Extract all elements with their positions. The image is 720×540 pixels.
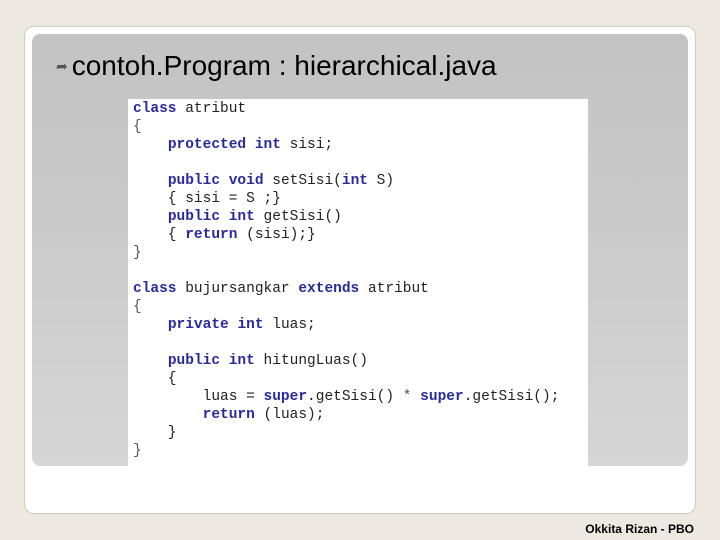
code-keyword: int: [254, 137, 281, 153]
code-keyword: public: [167, 173, 221, 189]
code-text: }: [133, 245, 142, 261]
code-line: public void setSisi(int S): [133, 172, 394, 190]
code-text: sisi;: [280, 137, 334, 153]
code-line: protected int sisi;: [133, 136, 333, 154]
code-text: luas;: [263, 317, 316, 333]
code-keyword: int: [237, 317, 264, 333]
code-text: bujursangkar: [176, 281, 299, 297]
code-text: atribut: [176, 101, 247, 117]
code-keyword: void: [228, 173, 264, 189]
code-keyword: public: [167, 353, 221, 369]
code-line: {: [133, 370, 177, 388]
code-line: }: [133, 442, 142, 460]
code-text: {: [133, 299, 142, 315]
code-text: (sisi);}: [237, 227, 316, 243]
slide-title-text: contoh.Program : hierarchical.java: [71, 50, 497, 81]
code-line: {: [133, 118, 142, 136]
code-text: S): [367, 173, 395, 189]
code-text: }: [133, 425, 177, 441]
code-keyword: int: [341, 173, 368, 189]
code-keyword: return: [185, 227, 238, 243]
code-keyword: class: [133, 101, 177, 117]
code-text: getSisi(): [254, 209, 342, 225]
code-block: class atribut{ protected int sisi; publi…: [128, 99, 588, 466]
code-keyword: int: [228, 209, 255, 225]
code-keyword: public: [167, 209, 221, 225]
code-text: }: [133, 443, 142, 459]
code-line: { sisi = S ;}: [133, 190, 281, 208]
slide-title: ➦ contoh.Program : hierarchical.java: [56, 50, 497, 82]
slide-footer: Okkita Rizan - PBO: [585, 522, 694, 536]
code-line: public int getSisi(): [133, 208, 342, 226]
code-text: atribut: [359, 281, 429, 297]
code-text: { sisi = S ;}: [133, 191, 281, 207]
code-text: .getSisi(): [307, 389, 403, 405]
code-keyword: private: [167, 317, 229, 333]
code-line: private int luas;: [133, 316, 316, 334]
code-text: luas =: [133, 389, 264, 405]
code-keyword: super: [263, 389, 308, 405]
code-line: public int hitungLuas(): [133, 352, 368, 370]
curved-arrow-bullet-icon: ➦: [56, 58, 68, 74]
code-keyword: class: [133, 281, 177, 297]
code-line: }: [133, 244, 142, 262]
code-keyword: protected: [167, 137, 247, 153]
code-text: (luas);: [254, 407, 325, 423]
code-line: luas = super.getSisi() * super.getSisi()…: [133, 388, 560, 406]
code-line: { return (sisi);}: [133, 226, 316, 244]
code-text: hitungLuas(): [254, 353, 368, 369]
code-keyword: int: [228, 353, 255, 369]
code-keyword: super: [420, 389, 464, 405]
code-text: {: [133, 227, 186, 243]
code-keyword: extends: [298, 281, 360, 297]
code-line: class bujursangkar extends atribut: [133, 280, 429, 298]
code-line: {: [133, 298, 142, 316]
code-text: {: [133, 119, 142, 135]
code-line: class atribut: [133, 100, 246, 118]
code-text: setSisi(: [263, 173, 342, 189]
code-text: .getSisi();: [463, 389, 560, 405]
code-line: }: [133, 424, 177, 442]
code-text: {: [133, 371, 177, 387]
code-line: return (luas);: [133, 406, 325, 424]
code-keyword: return: [202, 407, 255, 423]
